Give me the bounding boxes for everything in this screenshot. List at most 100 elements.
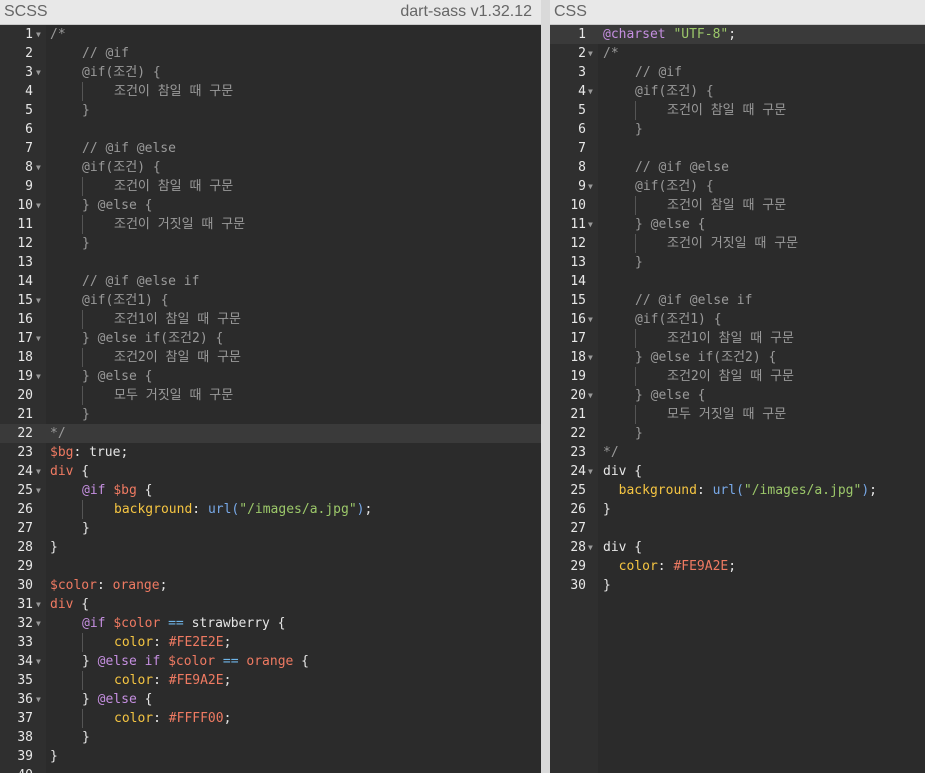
fold-arrow-icon[interactable]: ▼	[36, 690, 41, 709]
scss-code-line[interactable]: 38}	[0, 728, 541, 747]
scss-code-line[interactable]: 34 ▼} @else if $color == orange {	[0, 652, 541, 671]
css-code-line[interactable]: 12 조건이 거짓일 때 구문	[550, 234, 925, 253]
scss-code-line[interactable]: 6	[0, 120, 541, 139]
css-code-line[interactable]: 6}	[550, 120, 925, 139]
scss-code-line[interactable]: 17 ▼} @else if(조건2) {	[0, 329, 541, 348]
scss-code-line[interactable]: 2 // @if	[0, 44, 541, 63]
scss-code-line[interactable]: 26 background: url("/images/a.jpg");	[0, 500, 541, 519]
css-code-line[interactable]: 11 ▼} @else {	[550, 215, 925, 234]
scss-code-line[interactable]: 4 조건이 참일 때 구문	[0, 82, 541, 101]
css-code-line[interactable]: 17 조건1이 참일 때 구문	[550, 329, 925, 348]
css-code-line[interactable]: 25 background: url("/images/a.jpg");	[550, 481, 925, 500]
scss-code-line[interactable]: 1 ▼ /*	[0, 25, 541, 44]
fold-arrow-icon[interactable]: ▼	[36, 196, 41, 215]
scss-code-line[interactable]: 20 모두 거짓일 때 구문	[0, 386, 541, 405]
scss-code-line[interactable]: 36 ▼} @else {	[0, 690, 541, 709]
css-code-line[interactable]: 26}	[550, 500, 925, 519]
code-token: background	[114, 502, 193, 517]
css-code-line[interactable]: 21 모두 거짓일 때 구문	[550, 405, 925, 424]
fold-arrow-icon[interactable]: ▼	[588, 538, 593, 557]
css-code-line[interactable]: 24 ▼ div {	[550, 462, 925, 481]
css-code-line[interactable]: 1 @charset "UTF-8";	[550, 25, 925, 44]
fold-arrow-icon[interactable]: ▼	[588, 310, 593, 329]
css-code-line[interactable]: 9 ▼ @if(조건) {	[550, 177, 925, 196]
fold-arrow-icon[interactable]: ▼	[36, 291, 41, 310]
compiler-version[interactable]: dart-sass v1.32.12	[400, 0, 532, 24]
css-code-line[interactable]: 15 // @if @else if	[550, 291, 925, 310]
css-code-line[interactable]: 14	[550, 272, 925, 291]
fold-arrow-icon[interactable]: ▼	[36, 63, 41, 82]
scss-code-line[interactable]: 18 조건2이 참일 때 구문	[0, 348, 541, 367]
css-code-line[interactable]: 7	[550, 139, 925, 158]
css-code-line[interactable]: 19 조건2이 참일 때 구문	[550, 367, 925, 386]
scss-code-line[interactable]: 22 */	[0, 424, 541, 443]
css-code-line[interactable]: 16 ▼ @if(조건1) {	[550, 310, 925, 329]
scss-code-line[interactable]: 15 ▼ @if(조건1) {	[0, 291, 541, 310]
fold-arrow-icon[interactable]: ▼	[588, 386, 593, 405]
fold-arrow-icon[interactable]: ▼	[588, 462, 593, 481]
scss-code-line[interactable]: 14 // @if @else if	[0, 272, 541, 291]
css-code-line[interactable]: 13}	[550, 253, 925, 272]
fold-arrow-icon[interactable]: ▼	[36, 652, 41, 671]
scss-code-line[interactable]: 25 ▼ @if $bg {	[0, 481, 541, 500]
css-code-line[interactable]: 27	[550, 519, 925, 538]
scss-code-line[interactable]: 40	[0, 766, 541, 773]
scss-code-line[interactable]: 29	[0, 557, 541, 576]
fold-arrow-icon[interactable]: ▼	[36, 481, 41, 500]
scss-code-line[interactable]: 35 color: #FE9A2E;	[0, 671, 541, 690]
fold-arrow-icon[interactable]: ▼	[36, 158, 41, 177]
scss-code-line[interactable]: 11 조건이 거짓일 때 구문	[0, 215, 541, 234]
css-code-line[interactable]: 5 조건이 참일 때 구문	[550, 101, 925, 120]
css-code-line[interactable]: 10 조건이 참일 때 구문	[550, 196, 925, 215]
css-code-line[interactable]: 18 ▼} @else if(조건2) {	[550, 348, 925, 367]
fold-arrow-icon[interactable]: ▼	[36, 614, 41, 633]
scss-code-line[interactable]: 33 color: #FE2E2E;	[0, 633, 541, 652]
scss-code-line[interactable]: 31 ▼ div {	[0, 595, 541, 614]
css-code-line[interactable]: 8 // @if @else	[550, 158, 925, 177]
scss-code-line[interactable]: 23 $bg: true;	[0, 443, 541, 462]
fold-arrow-icon[interactable]: ▼	[588, 177, 593, 196]
css-output-pane[interactable]: CSS 1 @charset "UTF-8"; 2 ▼/* 3// @if 4 ▼ @if(조…	[550, 0, 925, 773]
fold-arrow-icon[interactable]: ▼	[588, 44, 593, 63]
scss-editor-pane[interactable]: SCSS dart-sass v1.32.12 1 ▼/* 2// @if 3 ▼ @if…	[0, 0, 541, 773]
pane-splitter[interactable]	[541, 0, 550, 773]
scss-code-line[interactable]: 7 // @if @else	[0, 139, 541, 158]
fold-arrow-icon[interactable]: ▼	[36, 329, 41, 348]
scss-code-area[interactable]: 1 ▼/* 2// @if 3 ▼ @if(조건) {4 조건이 참일 때 구문 5} 6 7//…	[0, 25, 541, 773]
css-code-line[interactable]: 23 */	[550, 443, 925, 462]
scss-code-line[interactable]: 13	[0, 253, 541, 272]
fold-arrow-icon[interactable]: ▼	[36, 462, 41, 481]
scss-code-line[interactable]: 27}	[0, 519, 541, 538]
scss-code-line[interactable]: 39}	[0, 747, 541, 766]
scss-code-line[interactable]: 12}	[0, 234, 541, 253]
css-code-line[interactable]: 3 // @if	[550, 63, 925, 82]
scss-code-line[interactable]: 32 ▼ @if $color == strawberry {	[0, 614, 541, 633]
scss-code-line[interactable]: 10 ▼} @else {	[0, 196, 541, 215]
scss-code-line[interactable]: 16 조건1이 참일 때 구문	[0, 310, 541, 329]
fold-arrow-icon[interactable]: ▼	[36, 595, 41, 614]
css-code-area[interactable]: 1 @charset "UTF-8"; 2 ▼/* 3// @if 4 ▼ @if(조건) {…	[550, 25, 925, 595]
css-code-line[interactable]: 29 color: #FE9A2E;	[550, 557, 925, 576]
scss-code-line[interactable]: 3 ▼ @if(조건) {	[0, 63, 541, 82]
scss-code-line[interactable]: 19 ▼} @else {	[0, 367, 541, 386]
scss-code-line[interactable]: 28}	[0, 538, 541, 557]
fold-arrow-icon[interactable]: ▼	[588, 82, 593, 101]
scss-code-line[interactable]: 9 조건이 참일 때 구문	[0, 177, 541, 196]
css-code-line[interactable]: 30}	[550, 576, 925, 595]
css-code-line[interactable]: 22}	[550, 424, 925, 443]
css-code-line[interactable]: 2 ▼ /*	[550, 44, 925, 63]
scss-code-line[interactable]: 24 ▼ div {	[0, 462, 541, 481]
scss-code-line[interactable]: 21}	[0, 405, 541, 424]
scss-code-line[interactable]: 8 ▼ @if(조건) {	[0, 158, 541, 177]
fold-arrow-icon[interactable]: ▼	[588, 215, 593, 234]
scss-code-line[interactable]: 30 $color: orange;	[0, 576, 541, 595]
fold-arrow-icon[interactable]: ▼	[36, 25, 41, 44]
fold-arrow-icon[interactable]: ▼	[36, 367, 41, 386]
css-code-line[interactable]: 20 ▼} @else {	[550, 386, 925, 405]
code-token: {	[626, 464, 643, 479]
fold-arrow-icon[interactable]: ▼	[588, 348, 593, 367]
scss-code-line[interactable]: 5}	[0, 101, 541, 120]
scss-code-line[interactable]: 37 color: #FFFF00;	[0, 709, 541, 728]
css-code-line[interactable]: 4 ▼ @if(조건) {	[550, 82, 925, 101]
css-code-line[interactable]: 28 ▼ div {	[550, 538, 925, 557]
